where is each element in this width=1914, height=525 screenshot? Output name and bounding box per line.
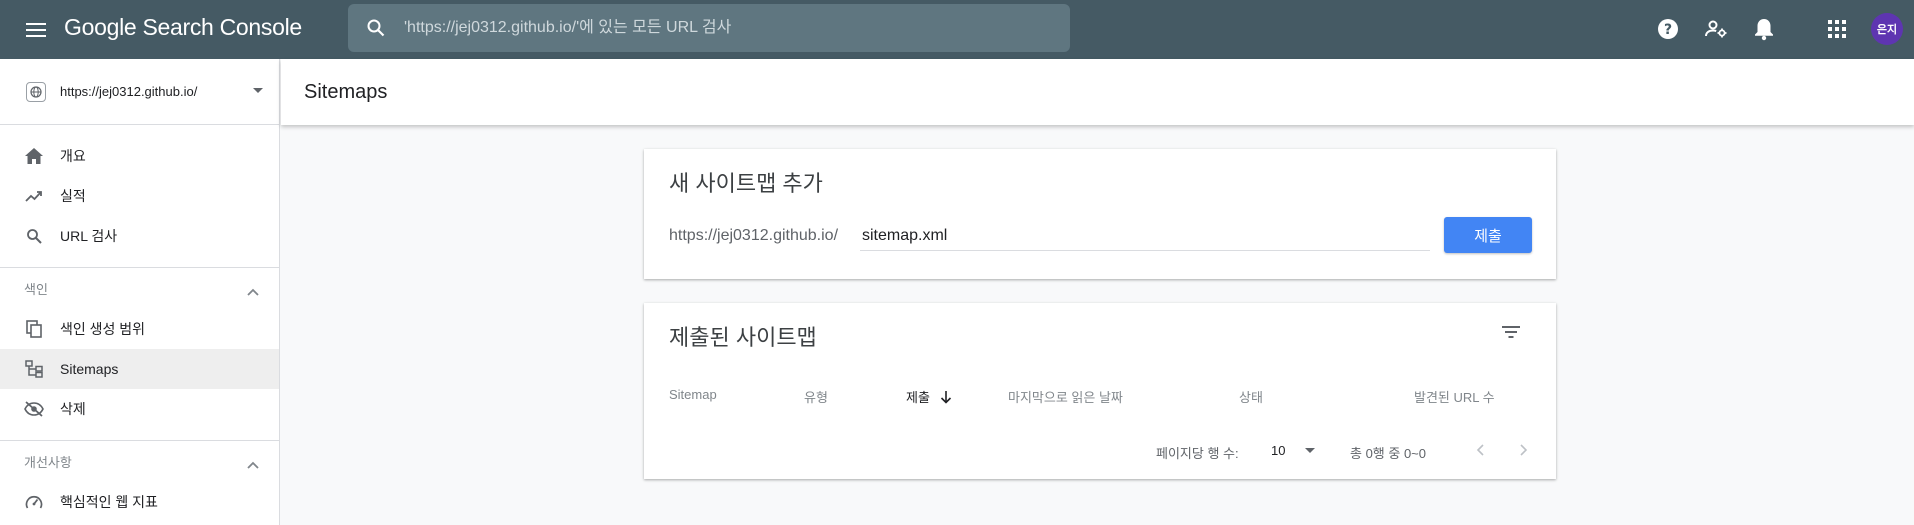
column-header-type[interactable]: 유형 xyxy=(804,387,828,406)
sidebar-item-label: 삭제 xyxy=(60,401,86,417)
sidebar-item-performance[interactable]: 실적 xyxy=(0,176,279,216)
sidebar-item-sitemaps[interactable]: Sitemaps xyxy=(0,349,279,389)
sidebar-item-label: 실적 xyxy=(60,188,86,204)
page-header: Sitemaps xyxy=(281,59,1914,125)
page-title: Sitemaps xyxy=(304,80,388,103)
visibility-off-icon xyxy=(24,399,44,419)
arrow-down-icon xyxy=(940,391,952,407)
sidebar-item-label: 개요 xyxy=(60,148,86,164)
avatar[interactable]: 은지 xyxy=(1871,13,1903,45)
manage-users-icon[interactable] xyxy=(1701,14,1731,44)
search-input[interactable] xyxy=(404,19,1070,37)
trending-up-icon xyxy=(24,186,44,206)
column-header-label: 제출 xyxy=(906,390,930,405)
column-header-sitemap[interactable]: Sitemap xyxy=(669,387,717,402)
sidebar-group-enhancements[interactable]: 개선사항 xyxy=(0,440,279,482)
sidebar-group-label: 개선사항 xyxy=(24,455,72,470)
globe-icon xyxy=(26,81,46,102)
sidebar: https://jej0312.github.io/ 개요 실적 URL 검사 … xyxy=(0,59,280,525)
pagination-range: 총 0행 중 0~0 xyxy=(1350,446,1426,461)
property-url: https://jej0312.github.io/ xyxy=(60,84,198,99)
card-title: 제출된 사이트맵 xyxy=(669,325,817,350)
sidebar-item-core-web-vitals[interactable]: 핵심적인 웹 지표 xyxy=(0,482,279,522)
sidebar-group-label: 색인 xyxy=(24,282,48,297)
submit-button[interactable]: 제출 xyxy=(1444,217,1532,253)
sitemap-url-input[interactable] xyxy=(860,221,1430,251)
rows-per-page-label: 페이지당 행 수: xyxy=(1156,446,1239,461)
chevron-down-icon xyxy=(253,88,263,93)
filter-icon[interactable] xyxy=(1496,317,1526,347)
column-header-discovered-urls[interactable]: 발견된 URL 수 xyxy=(1414,387,1495,406)
sidebar-item-removals[interactable]: 삭제 xyxy=(0,389,279,429)
sitemap-url-prefix: https://jej0312.github.io/ xyxy=(669,227,839,244)
column-header-status[interactable]: 상태 xyxy=(1239,387,1263,406)
search-icon xyxy=(24,226,44,246)
sidebar-item-coverage[interactable]: 색인 생성 범위 xyxy=(0,309,279,349)
rows-per-page-value: 10 xyxy=(1271,443,1286,458)
card-title: 새 사이트맵 추가 xyxy=(669,171,823,196)
top-app-bar: Google Search Console ? 은지 xyxy=(0,0,1914,59)
property-selector[interactable]: https://jej0312.github.io/ xyxy=(0,59,279,125)
url-inspection-search[interactable] xyxy=(348,4,1070,52)
chevron-up-icon xyxy=(247,283,259,301)
sidebar-item-url-inspection[interactable]: URL 검사 xyxy=(0,216,279,256)
notifications-icon[interactable] xyxy=(1749,14,1779,44)
sidebar-item-label: 색인 생성 범위 xyxy=(60,321,146,337)
copy-icon xyxy=(24,319,44,339)
home-icon xyxy=(24,146,44,166)
menu-icon[interactable] xyxy=(22,16,50,44)
column-header-last-read[interactable]: 마지막으로 읽은 날짜 xyxy=(1008,387,1123,406)
add-sitemap-card: 새 사이트맵 추가 https://jej0312.github.io/ 제출 xyxy=(644,149,1556,279)
sidebar-group-index[interactable]: 색인 xyxy=(0,267,279,309)
svg-text:?: ? xyxy=(1664,22,1672,38)
chevron-up-icon xyxy=(247,456,259,474)
rows-per-page-select[interactable]: 10 xyxy=(1271,443,1316,458)
apps-icon[interactable] xyxy=(1822,14,1852,44)
help-icon[interactable]: ? xyxy=(1653,14,1683,44)
sidebar-item-label: 핵심적인 웹 지표 xyxy=(60,494,158,510)
column-header-submitted[interactable]: 제출 xyxy=(906,387,952,407)
sidebar-item-label: URL 검사 xyxy=(60,228,118,244)
sitemap-icon xyxy=(24,359,44,379)
app-logo[interactable]: Google Search Console xyxy=(64,14,302,41)
chevron-right-icon[interactable] xyxy=(1513,439,1535,461)
sidebar-item-overview[interactable]: 개요 xyxy=(0,136,279,176)
sidebar-item-label: Sitemaps xyxy=(60,361,119,377)
dropdown-arrow-icon xyxy=(1305,448,1316,453)
search-icon xyxy=(348,18,404,38)
chevron-left-icon[interactable] xyxy=(1469,439,1491,461)
speed-icon xyxy=(24,492,44,512)
submitted-sitemaps-card: 제출된 사이트맵 Sitemap 유형 제출 마지막으로 읽은 날짜 상태 발견… xyxy=(644,303,1556,479)
